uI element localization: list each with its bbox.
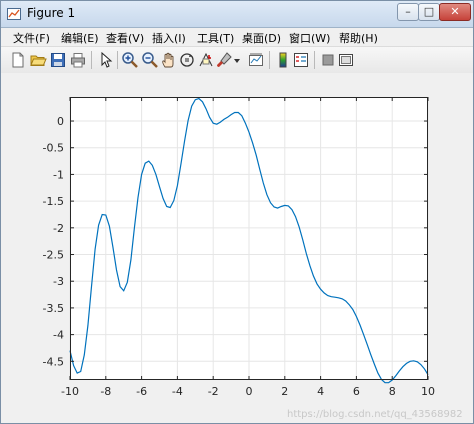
toolbar-separator [91, 51, 92, 69]
pan-hand-icon[interactable] [160, 51, 178, 69]
zoom-out-icon[interactable] [141, 51, 159, 69]
link-plot-icon[interactable] [247, 51, 265, 69]
save-icon[interactable] [49, 51, 67, 69]
menu-insert[interactable]: 插入(I) [152, 30, 186, 46]
y-tick-label: -3.5 [43, 302, 64, 315]
toolbar-separator [314, 51, 315, 69]
menu-desktop[interactable]: 桌面(D) [242, 30, 281, 46]
x-tick-label: -8 [100, 385, 111, 398]
insert-colorbar-icon[interactable] [274, 51, 292, 69]
title-bar[interactable]: Figure 1 – □ ✕ [1, 1, 473, 28]
menu-help[interactable]: 帮助(H) [339, 30, 378, 46]
y-tick-label: 0 [57, 115, 64, 128]
y-tick-label: -2.5 [43, 249, 64, 262]
minimize-button[interactable]: – [397, 3, 419, 21]
toolbar-separator [269, 51, 270, 69]
menu-edit[interactable]: 编辑(E) [61, 30, 99, 46]
x-tick-label: -4 [172, 385, 183, 398]
hide-plot-tools-icon[interactable] [319, 51, 337, 69]
x-tick-label: 4 [317, 385, 324, 398]
print-icon[interactable] [69, 51, 87, 69]
matlab-figure-icon [7, 8, 21, 20]
x-tick-label: -6 [136, 385, 147, 398]
y-tick-label: -4.5 [43, 355, 64, 368]
maximize-button[interactable]: □ [418, 3, 440, 21]
y-tick-label: -1.5 [43, 195, 64, 208]
open-file-icon[interactable] [29, 51, 47, 69]
menu-tools[interactable]: 工具(T) [197, 30, 234, 46]
close-button[interactable]: ✕ [439, 3, 471, 21]
new-figure-icon[interactable] [9, 51, 27, 69]
plot-axes[interactable]: -10 -8 -6 -4 -2 0 2 4 6 8 10 0 -0.5 -1 -1.5 -2 -2.5 -3 -3.… [1, 73, 473, 423]
rotate-3d-icon[interactable] [178, 51, 196, 69]
insert-legend-icon[interactable] [292, 51, 310, 69]
toolbar-separator [117, 51, 118, 69]
menu-view[interactable]: 查看(V) [106, 30, 144, 46]
watermark-text: https://blog.csdn.net/qq_43568982 [287, 409, 463, 420]
x-tick-label: -10 [61, 385, 79, 398]
pointer-icon[interactable] [96, 51, 114, 69]
menu-file[interactable]: 文件(F) [13, 30, 50, 46]
x-tick-label: 2 [281, 385, 288, 398]
show-plot-tools-icon[interactable] [337, 51, 355, 69]
x-tick-label: 10 [421, 385, 435, 398]
figure-window: Figure 1 – □ ✕ 文件(F) 编辑(E) 查看(V) 插入(I) 工… [0, 0, 474, 424]
menu-window[interactable]: 窗口(W) [289, 30, 330, 46]
x-tick-label: 6 [353, 385, 360, 398]
y-tick-label: -0.5 [43, 142, 64, 155]
window-title: Figure 1 [27, 6, 76, 20]
x-tick-label: -2 [208, 385, 219, 398]
y-tick-label: -1 [53, 168, 64, 181]
brush-dropdown-icon[interactable] [232, 51, 242, 69]
zoom-in-icon[interactable] [121, 51, 139, 69]
figure-canvas: -10 -8 -6 -4 -2 0 2 4 6 8 10 0 -0.5 -1 -1.5 -2 -2.5 -3 -3.… [1, 73, 473, 423]
y-tick-label: -4 [53, 329, 64, 342]
figure-toolbar [1, 46, 473, 74]
y-tick-label: -2 [53, 222, 64, 235]
x-tick-label: 8 [389, 385, 396, 398]
data-cursor-icon[interactable] [197, 51, 215, 69]
x-tick-label: 0 [246, 385, 253, 398]
menu-bar: 文件(F) 编辑(E) 查看(V) 插入(I) 工具(T) 桌面(D) 窗口(W… [1, 28, 473, 46]
y-tick-label: -3 [53, 275, 64, 288]
brush-icon[interactable] [215, 51, 233, 69]
